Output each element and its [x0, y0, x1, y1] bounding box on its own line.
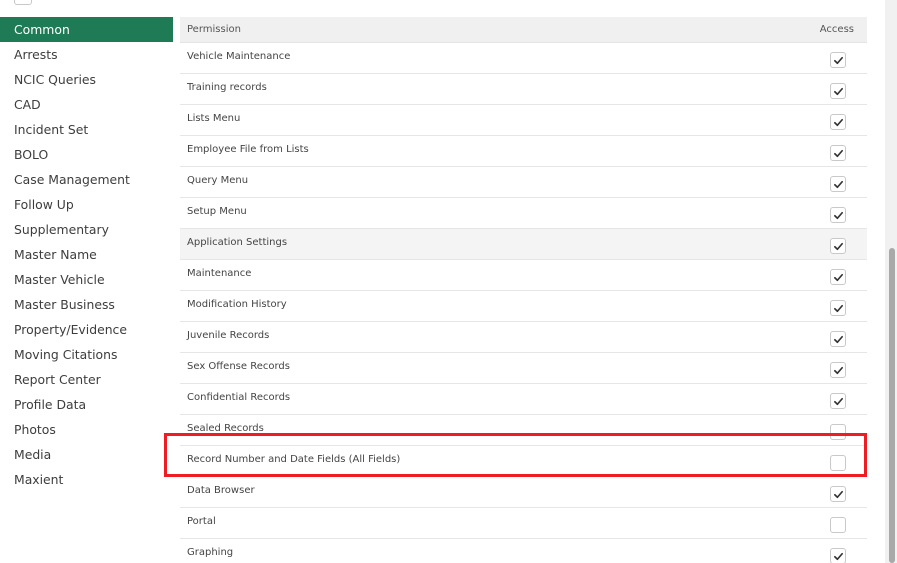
permission-label: Portal	[187, 515, 216, 527]
permission-label: Confidential Records	[187, 391, 291, 403]
sidebar-item-maxient[interactable]: Maxient	[0, 467, 173, 492]
access-checkbox[interactable]	[830, 455, 846, 471]
access-checkbox[interactable]	[830, 517, 846, 533]
access-checkbox[interactable]	[830, 52, 846, 68]
access-checkbox[interactable]	[830, 300, 846, 316]
access-checkbox[interactable]	[830, 548, 846, 563]
table-body: Vehicle Maintenance Training records Lists…	[180, 43, 867, 563]
table-row: Application Settings	[180, 229, 867, 260]
sidebar-item-property-evidence[interactable]: Property/Evidence	[0, 317, 173, 342]
sidebar-item-moving-citations[interactable]: Moving Citations	[0, 342, 173, 367]
table-row: Training records	[180, 74, 867, 105]
sidebar-item-master-name[interactable]: Master Name	[0, 242, 173, 267]
access-checkbox[interactable]	[830, 207, 846, 223]
sidebar-item-case-management[interactable]: Case Management	[0, 167, 173, 192]
permission-label: Graphing	[187, 546, 234, 558]
checkmark-icon	[833, 55, 844, 66]
sidebar-item-media[interactable]: Media	[0, 442, 173, 467]
access-checkbox[interactable]	[830, 114, 846, 130]
permission-label: Modification History	[187, 298, 287, 310]
sidebar-item-photos[interactable]: Photos	[0, 417, 173, 442]
access-checkbox[interactable]	[830, 269, 846, 285]
checkmark-icon	[833, 272, 844, 283]
scrollbar-thumb[interactable]	[889, 248, 895, 563]
access-column-header: Access	[819, 24, 854, 35]
checkmark-icon	[833, 303, 844, 314]
sidebar-item-cad[interactable]: CAD	[0, 92, 173, 117]
table-header: Permission Access	[180, 17, 867, 43]
checkmark-icon	[833, 334, 844, 345]
sidebar-item-master-vehicle[interactable]: Master Vehicle	[0, 267, 173, 292]
access-checkbox[interactable]	[830, 238, 846, 254]
table-row: Record Number and Date Fields (All Field…	[180, 446, 867, 477]
table-row: Juvenile Records	[180, 322, 867, 353]
checkmark-icon	[833, 148, 844, 159]
access-checkbox[interactable]	[830, 362, 846, 378]
table-row: Sex Offense Records	[180, 353, 867, 384]
sidebar-item-master-business[interactable]: Master Business	[0, 292, 173, 317]
table-row: Graphing	[180, 539, 867, 563]
table-row: Portal	[180, 508, 867, 539]
sidebar-item-follow-up[interactable]: Follow Up	[0, 192, 173, 217]
table-row: Lists Menu	[180, 105, 867, 136]
access-checkbox[interactable]	[830, 176, 846, 192]
table-row: Data Browser	[180, 477, 867, 508]
permission-label: Vehicle Maintenance	[187, 50, 291, 62]
table-row: Vehicle Maintenance	[180, 43, 867, 74]
sidebar-item-incident-set[interactable]: Incident Set	[0, 117, 173, 142]
permission-label: Setup Menu	[187, 205, 247, 217]
permission-label: Record Number and Date Fields (All Field…	[187, 453, 401, 465]
permission-label: Query Menu	[187, 174, 249, 186]
permission-label: Maintenance	[187, 267, 252, 279]
checkmark-icon	[833, 551, 844, 562]
table-row: Modification History	[180, 291, 867, 322]
permission-label: Data Browser	[187, 484, 255, 496]
table-row: Maintenance	[180, 260, 867, 291]
checkmark-icon	[833, 86, 844, 97]
checkmark-icon	[833, 210, 844, 221]
table-row: Sealed Records	[180, 415, 867, 446]
permission-column-header: Permission	[187, 24, 241, 35]
table-row: Employee File from Lists	[180, 136, 867, 167]
permission-label: Sealed Records	[187, 422, 264, 434]
table-row: Setup Menu	[180, 198, 867, 229]
access-checkbox[interactable]	[830, 393, 846, 409]
checkmark-icon	[833, 489, 844, 500]
sidebar-item-report-center[interactable]: Report Center	[0, 367, 173, 392]
sidebar-item-bolo[interactable]: BOLO	[0, 142, 173, 167]
access-checkbox[interactable]	[830, 424, 846, 440]
access-checkbox[interactable]	[830, 331, 846, 347]
sidebar-item-common[interactable]: Common	[0, 17, 173, 42]
permission-label: Application Settings	[187, 236, 288, 248]
access-checkbox[interactable]	[830, 83, 846, 99]
sidebar-item-arrests[interactable]: Arrests	[0, 42, 173, 67]
permission-label: Juvenile Records	[187, 329, 270, 341]
sidebar-item-ncic-queries[interactable]: NCIC Queries	[0, 67, 173, 92]
access-checkbox[interactable]	[830, 145, 846, 161]
permission-label: Lists Menu	[187, 112, 241, 124]
table-row: Query Menu	[180, 167, 867, 198]
permission-label: Sex Offense Records	[187, 360, 290, 372]
permission-label: Employee File from Lists	[187, 143, 309, 155]
checkmark-icon	[833, 179, 844, 190]
permission-label: Training records	[187, 81, 267, 93]
top-checkbox[interactable]	[14, 0, 32, 5]
table-row: Confidential Records	[180, 384, 867, 415]
checkmark-icon	[833, 117, 844, 128]
sidebar-item-supplementary[interactable]: Supplementary	[0, 217, 173, 242]
checkmark-icon	[833, 365, 844, 376]
sidebar: Common Arrests NCIC Queries CAD Incident Set…	[0, 17, 173, 492]
sidebar-item-profile-data[interactable]: Profile Data	[0, 392, 173, 417]
checkmark-icon	[833, 241, 844, 252]
access-checkbox[interactable]	[830, 486, 846, 502]
checkmark-icon	[833, 396, 844, 407]
permissions-table: Permission Access Vehicle Maintenance Tra…	[180, 17, 867, 563]
